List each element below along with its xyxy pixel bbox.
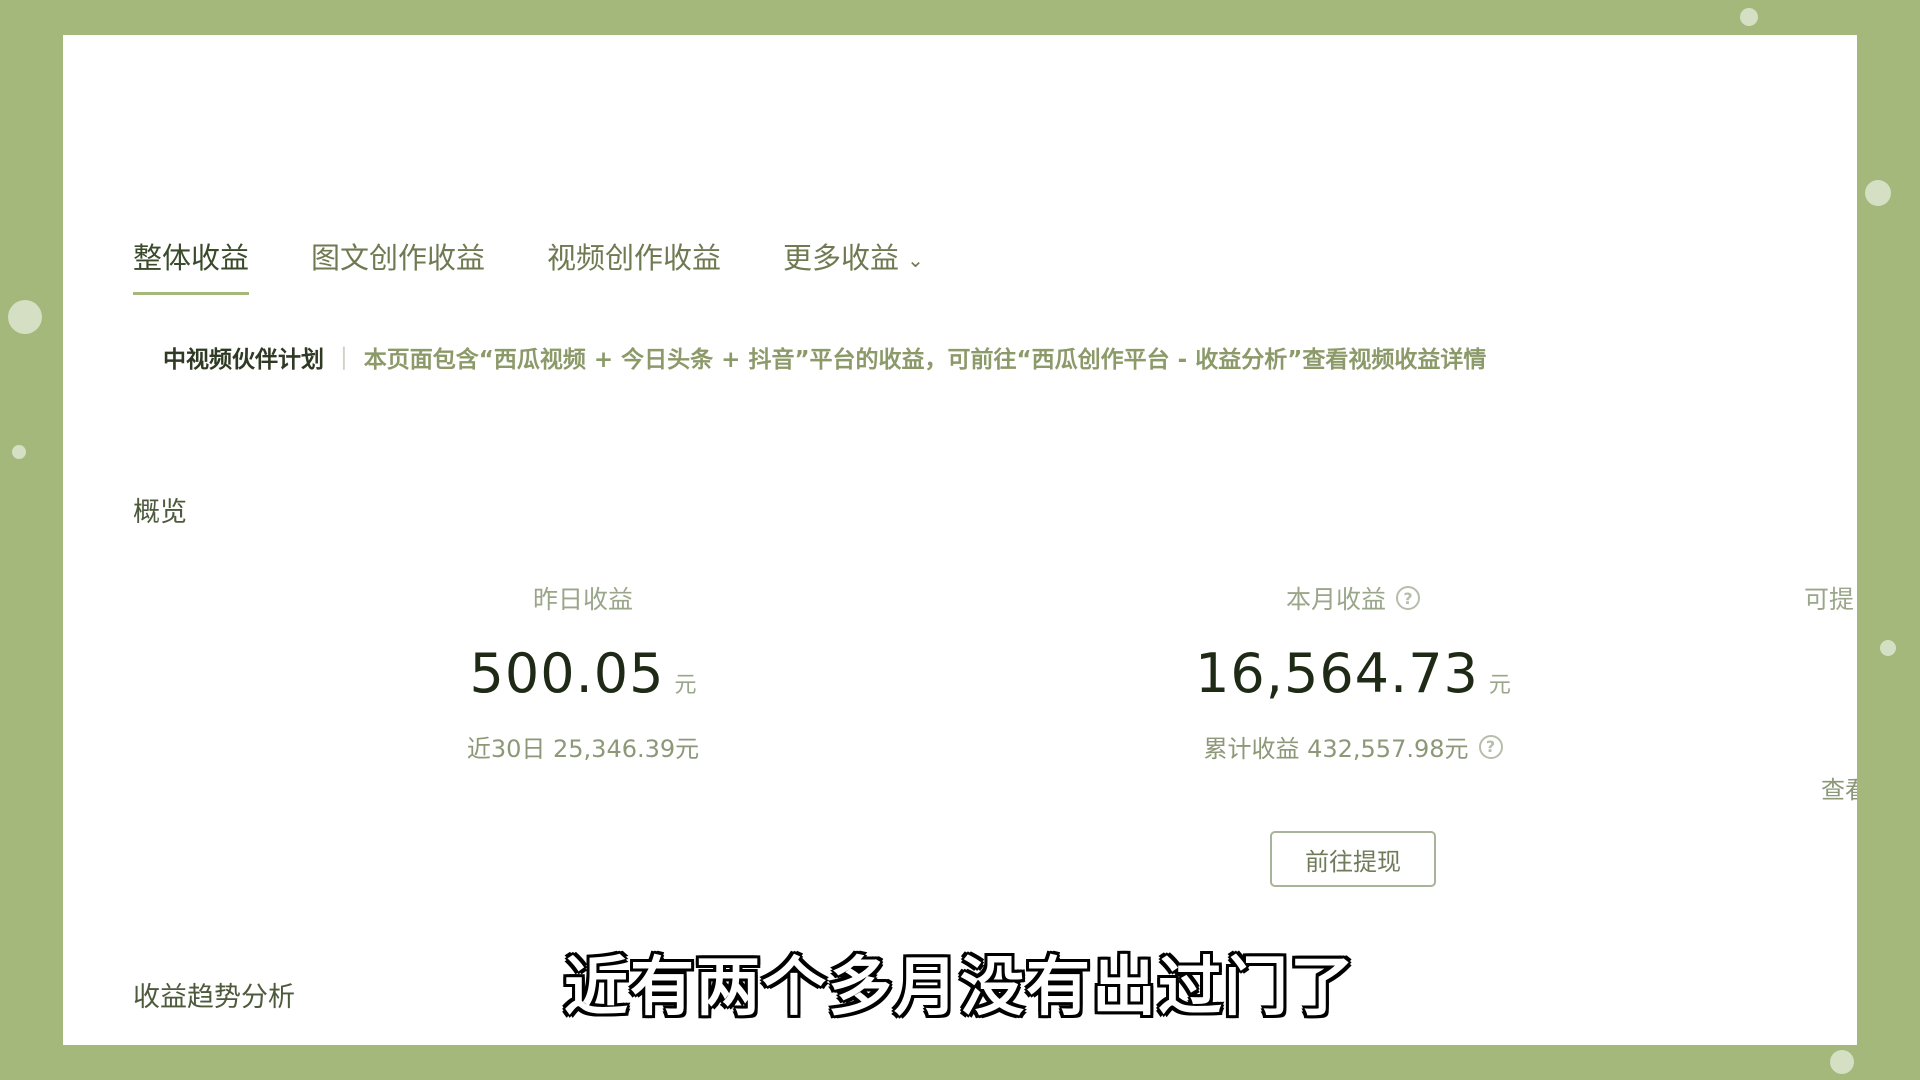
background-sparkle (1830, 1050, 1854, 1074)
background-sparkle (1880, 640, 1896, 656)
earnings-tabs: 整体收益 图文创作收益 视频创作收益 更多收益 ⌄ (133, 235, 986, 295)
partner-plan-link[interactable]: 中视频伙伴计划 (163, 340, 324, 374)
yesterday-earnings-value-row: 500.05 元 (363, 642, 803, 705)
notice-text: 本页面包含“西瓜视频 + 今日头条 + 抖音”平台的收益，可前往“西瓜创作平台 … (363, 347, 1487, 373)
withdrawable-earnings-label: 可提 (1804, 585, 1855, 614)
month-earnings-value-row: 16,564.73 元 (1143, 642, 1563, 705)
notice-separator: | (340, 344, 348, 370)
month-earnings-value: 16,564.73 (1195, 642, 1479, 705)
month-earnings-label-text: 本月收益 (1285, 585, 1386, 614)
background-sparkle (1865, 180, 1891, 206)
tab-overall-earnings[interactable]: 整体收益 (133, 235, 250, 295)
help-icon[interactable]: ? (1396, 586, 1420, 610)
go-withdraw-button[interactable]: 前往提现 (1270, 831, 1436, 887)
video-subtitle: 近有两个多月没有出过门了 (564, 951, 1356, 1025)
chevron-down-icon: ⌄ (907, 248, 924, 272)
earnings-panel: 整体收益 图文创作收益 视频创作收益 更多收益 ⌄ 中视频伙伴计划 | 本页面包含… (63, 35, 1857, 1045)
tab-video-earnings[interactable]: 视频创作收益 (547, 235, 721, 295)
tab-label: 整体收益 (133, 241, 250, 275)
background-sparkle (12, 445, 26, 459)
tab-label: 更多收益 (783, 241, 900, 275)
yesterday-earnings-label-text: 昨日收益 (532, 585, 633, 614)
notice-bar: 中视频伙伴计划 | 本页面包含“西瓜视频 + 今日头条 + 抖音”平台的收益，可… (163, 340, 1486, 374)
yesterday-earnings-value: 500.05 (469, 642, 665, 705)
background-sparkle (1740, 8, 1758, 26)
tab-article-earnings[interactable]: 图文创作收益 (311, 235, 485, 295)
help-icon[interactable]: ? (1478, 734, 1503, 759)
overview-title: 概览 (133, 497, 187, 528)
background-sparkle (8, 300, 42, 334)
yesterday-earnings-card: 昨日收益 500.05 元 近30日 25,346.39元 (363, 580, 803, 764)
tab-label: 视频创作收益 (547, 241, 722, 275)
month-earnings-card: 本月收益 ? 16,564.73 元 累计收益 432,557.98元 ? (1143, 580, 1563, 764)
total-earnings: 累计收益 432,557.98元 ? (1143, 729, 1563, 764)
month-earnings-label: 本月收益 ? (1143, 580, 1563, 616)
yesterday-earnings-label: 昨日收益 (363, 580, 803, 616)
tab-more-earnings[interactable]: 更多收益 ⌄ (783, 235, 924, 295)
total-earnings-text: 累计收益 432,557.98元 (1203, 735, 1469, 763)
view-link[interactable]: 查看 (1821, 770, 1857, 805)
currency-unit: 元 (674, 673, 697, 698)
last-30-days-earnings: 近30日 25,346.39元 (363, 729, 803, 764)
currency-unit: 元 (1488, 673, 1511, 698)
last-30-days-earnings-text: 近30日 25,346.39元 (466, 735, 700, 763)
tab-label: 图文创作收益 (311, 241, 486, 275)
